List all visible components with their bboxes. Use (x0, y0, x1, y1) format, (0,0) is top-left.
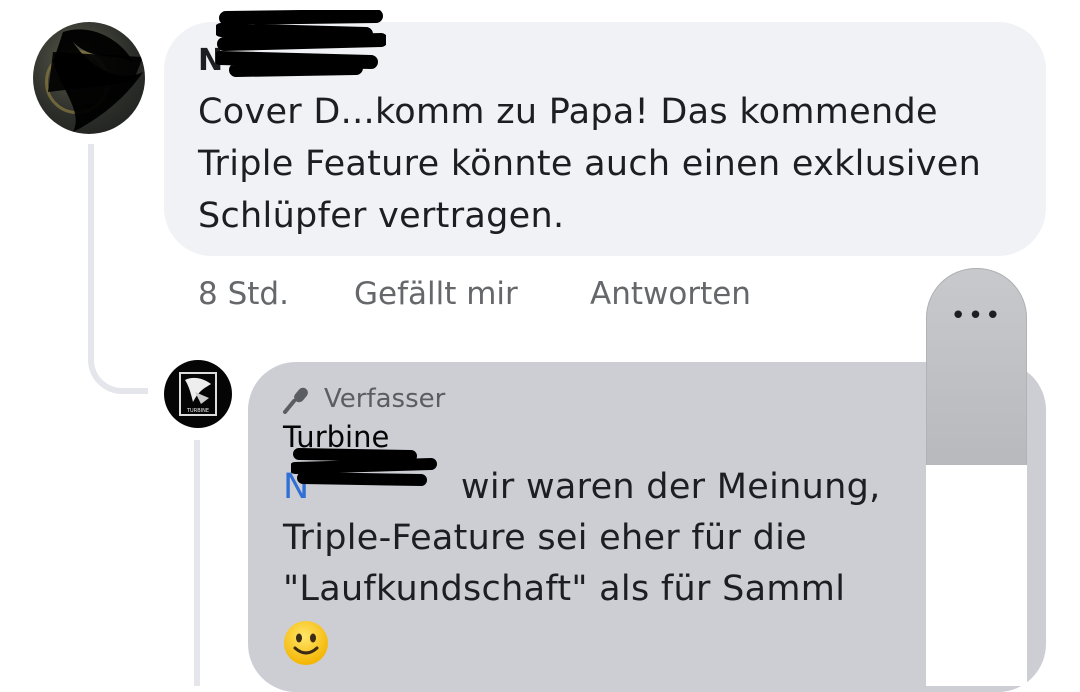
reply-text-line-2: Triple-Feature sei eher für die (283, 518, 808, 558)
like-button[interactable]: Gefällt mir (354, 272, 518, 316)
reply-text-line-4 (283, 615, 983, 666)
microphone-icon (283, 387, 308, 414)
smiling-face-emoji (284, 621, 328, 665)
reply-button[interactable]: Antworten (590, 272, 751, 316)
comment-text: Cover D...komm zu Papa! Das kommende Tri… (198, 92, 982, 236)
thread-connector-line (88, 144, 148, 394)
page-avatar-turbine[interactable]: TURBINE (164, 360, 232, 428)
redaction-scribble (291, 448, 438, 486)
commenter-avatar[interactable] (33, 22, 145, 134)
more-options-button[interactable]: ••• (926, 268, 1027, 468)
reply-text: N mention wir waren der Meinung, Triple-… (283, 448, 983, 666)
author-badge-label: Verfasser (324, 384, 446, 414)
more-options-panel (926, 465, 1027, 686)
reply-text-line-3: "Laufkundschaft" als für Samml (283, 569, 846, 609)
svg-text:TURBINE: TURBINE (186, 408, 209, 414)
turbine-logo-icon: TURBINE (179, 372, 217, 416)
reply-text-line-1: N mention wir waren der Meinung, (283, 448, 983, 513)
more-dots-icon: ••• (950, 301, 1003, 331)
thread-connector-line-reply (194, 440, 200, 686)
author-badge: Verfasser (282, 382, 445, 416)
comment-timestamp: 8 Std. (198, 276, 289, 312)
comment-author-name[interactable]: N (198, 10, 386, 80)
redaction-scribble (216, 10, 386, 77)
